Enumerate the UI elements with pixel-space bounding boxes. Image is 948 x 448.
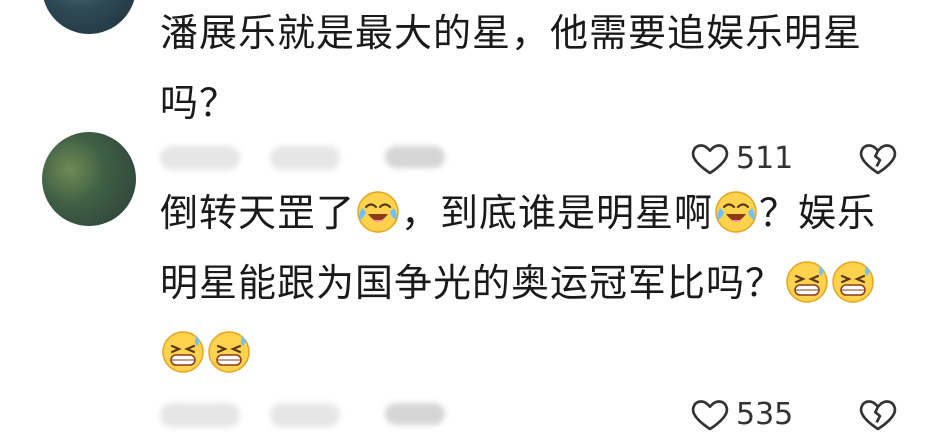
laugh-cry-emoji (715, 191, 757, 233)
comment-item: 倒转天罡了 ，到底谁是明星啊 ？娱乐 明星能跟为国争光的奥运冠军比吗？ 535 (0, 132, 948, 448)
blurred-timestamp (160, 146, 240, 170)
avatar[interactable] (42, 0, 136, 34)
comment-text-line: 明星能跟为国争光的奥运冠军比吗？ (160, 248, 880, 318)
blurred-location (270, 146, 340, 170)
grin-sweat-emoji (208, 331, 250, 373)
like-button[interactable]: 511 (690, 138, 793, 178)
broken-heart-icon (859, 144, 897, 175)
dislike-button[interactable] (858, 138, 898, 182)
comment-text: 潘展乐就是最大的星，他需要追娱乐明星 吗？ (160, 0, 880, 138)
blurred-reply-button[interactable] (385, 146, 445, 168)
dislike-button[interactable] (858, 394, 898, 438)
comment-item: 潘展乐就是最大的星，他需要追娱乐明星 吗？ 511 (0, 0, 948, 190)
comment-text-segment: ？娱乐 (759, 191, 877, 235)
comment-text-segment: ，到底谁是明星啊 (401, 191, 714, 235)
broken-heart-icon (859, 400, 897, 431)
heart-outline-icon (691, 400, 729, 431)
blurred-location (270, 403, 340, 427)
comment-text-segment: 明星能跟为国争光的奥运冠军比吗？ (160, 261, 785, 305)
comment-text-line: 潘展乐就是最大的星，他需要追娱乐明星 (160, 11, 863, 55)
like-button[interactable]: 535 (690, 394, 793, 434)
blurred-reply-button[interactable] (385, 403, 445, 425)
avatar[interactable] (42, 132, 136, 226)
blurred-timestamp (160, 403, 240, 427)
laugh-cry-emoji (357, 191, 399, 233)
like-count: 511 (736, 140, 794, 176)
comment-text: 倒转天罡了 ，到底谁是明星啊 ？娱乐 明星能跟为国争光的奥运冠军比吗？ (160, 178, 880, 388)
comment-text-line (160, 318, 880, 388)
comment-text-segment: 倒转天罡了 (160, 191, 356, 235)
grin-sweat-emoji (832, 261, 874, 303)
like-count: 535 (736, 396, 794, 432)
comment-text-line: 倒转天罡了 ，到底谁是明星啊 ？娱乐 (160, 178, 880, 248)
heart-outline-icon (691, 144, 729, 175)
comment-text-line: 吗？ (160, 81, 239, 125)
grin-sweat-emoji (162, 331, 204, 373)
grin-sweat-emoji (786, 261, 828, 303)
